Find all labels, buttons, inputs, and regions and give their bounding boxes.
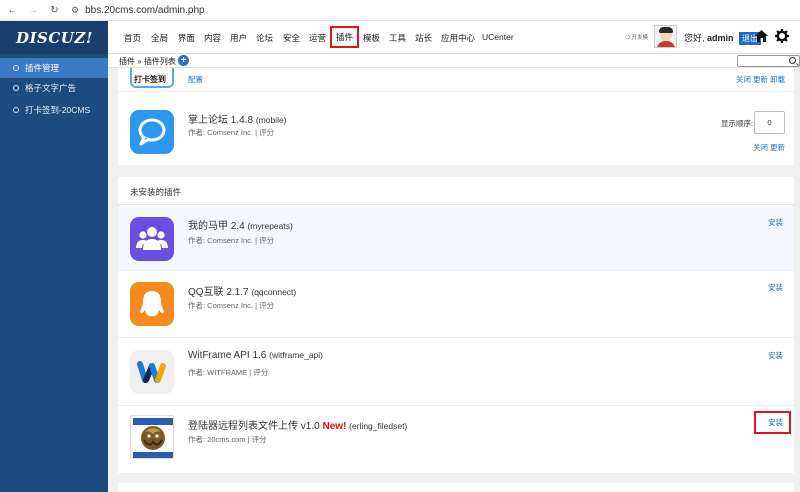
top-navigation: 首页 全局 界面 内容 用户 论坛 安全 运营 插件 模板 工具 站长 应用中心… xyxy=(108,21,800,54)
greeting: 您好, admin 退出 xyxy=(684,31,762,45)
witframe-icon xyxy=(130,350,174,394)
sidebar-item-label: 格子文字广告 xyxy=(25,83,77,93)
plugin-id: (myrepeats) xyxy=(247,221,293,231)
new-badge: New! xyxy=(322,421,347,432)
nav-users[interactable]: 用户 xyxy=(230,32,247,44)
settings-gear-icon[interactable] xyxy=(774,28,790,44)
dev-mode-indicator[interactable]: ❍ 开发模 xyxy=(625,33,648,41)
nav-ucenter[interactable]: UCenter xyxy=(482,32,514,42)
plugin-id: (qqconnect) xyxy=(251,287,297,297)
reload-icon[interactable]: ↻ xyxy=(48,4,61,17)
plugin-row-witframe: WitFrame API 1.6 (witframe_api) 作者: WITF… xyxy=(118,338,794,406)
nav-templates[interactable]: 模板 xyxy=(363,32,380,44)
checkin-banner-text: 打卡签到 xyxy=(134,75,166,84)
sidebar-item-label: 插件管理 xyxy=(25,63,60,73)
mobile-plugin-icon xyxy=(130,110,174,154)
back-icon[interactable]: ← xyxy=(6,4,19,17)
nav-forum[interactable]: 论坛 xyxy=(256,32,273,44)
nav-content[interactable]: 内容 xyxy=(204,32,221,44)
plugin-author: 作者: Comsenz Inc. | 评分 xyxy=(188,301,275,310)
plugin-author: 作者: Comsenz Inc. | 评分 xyxy=(188,128,275,137)
plugin-row-qqconnect: QQ互联 2.1.7 (qqconnect) 作者: Comsenz Inc. … xyxy=(118,271,794,338)
search-icon[interactable] xyxy=(789,57,796,64)
sidebar-item-checkin[interactable]: 打卡签到-20CMS xyxy=(0,100,108,120)
logo-text: DISCUZ! xyxy=(16,28,93,47)
plugin-row-mobile: 掌上论坛 1.4.8 (mobile) 作者: Comsenz Inc. | 评… xyxy=(118,92,794,165)
add-plugin-icon[interactable]: + xyxy=(178,55,189,66)
plugin-name: 登陆器远程列表文件上传 v1.0 New! (erling_filedset) xyxy=(188,417,407,432)
plugin-id: (witframe_api) xyxy=(269,350,323,360)
browser-bar: ← → ↻ ⚙ bbs.20cms.com/admin.php xyxy=(0,0,800,21)
nav-global[interactable]: 全局 xyxy=(151,32,168,44)
plugin-author: 作者: 20cms.com | 评分 xyxy=(188,435,267,444)
breadcrumb: 插件 » 插件列表 xyxy=(119,57,176,66)
installed-plugins-panel: 打卡签到 配置 关闭 更新 卸载 掌上论坛 1.4.8 (mobile) 作者:… xyxy=(118,68,794,165)
install-button[interactable]: 安装 xyxy=(768,217,783,228)
sidebar-item-grid-ads[interactable]: 格子文字广告 xyxy=(0,78,108,98)
bullet-icon xyxy=(13,107,19,113)
next-panel xyxy=(118,483,794,492)
address-bar[interactable]: bbs.20cms.com/admin.php xyxy=(85,5,205,16)
plugin-row-checkin: 打卡签到 配置 关闭 更新 卸载 xyxy=(118,68,794,92)
users-icon xyxy=(130,217,174,261)
breadcrumb-bar: 插件 » 插件列表 + xyxy=(108,54,800,68)
plugin-row-erling-filedset: 登陆器远程列表文件上传 v1.0 New! (erling_filedset) … xyxy=(118,406,794,473)
dragon-icon xyxy=(130,415,174,459)
plugin-id: (erling_filedset) xyxy=(349,421,408,431)
home-icon[interactable] xyxy=(753,28,769,44)
plugin-id: (mobile) xyxy=(255,115,287,125)
plugin-title: 我的马甲 2.4 xyxy=(188,221,245,232)
nav-webmaster[interactable]: 站长 xyxy=(415,32,432,44)
update-link[interactable]: 更新 xyxy=(770,142,785,153)
install-button[interactable]: 安装 xyxy=(768,417,783,428)
config-link[interactable]: 配置 xyxy=(188,74,203,85)
nav-security[interactable]: 安全 xyxy=(283,32,300,44)
disable-link[interactable]: 关闭 xyxy=(753,142,768,153)
plugin-title: QQ互联 2.1.7 xyxy=(188,287,249,298)
plugin-title: WitFrame API 1.6 xyxy=(188,350,267,361)
nav-plugins[interactable]: 插件 xyxy=(330,26,360,48)
nav-app-center[interactable]: 应用中心 xyxy=(441,32,475,44)
section-title: 未安装的插件 xyxy=(130,187,182,197)
admin-sidebar: DISCUZ! 插件管理 格子文字广告 打卡签到-20CMS xyxy=(0,21,108,492)
disable-link[interactable]: 关闭 xyxy=(736,74,751,85)
greeting-text: 您好, xyxy=(684,33,708,43)
plugin-title: 掌上论坛 1.4.8 xyxy=(188,115,254,126)
avatar[interactable] xyxy=(654,25,677,48)
username: admin xyxy=(707,33,734,43)
display-order-input[interactable]: 0 xyxy=(754,111,785,134)
dev-mode-label: 开发模 xyxy=(631,35,648,41)
uninstall-link[interactable]: 卸载 xyxy=(770,74,785,85)
sidebar-item-label: 打卡签到-20CMS xyxy=(25,105,91,115)
checkin-plugin-icon: 打卡签到 xyxy=(130,68,174,88)
display-order-label: 显示顺序: xyxy=(721,119,754,128)
install-button[interactable]: 安装 xyxy=(768,350,783,361)
bullet-icon xyxy=(13,85,19,91)
plugin-name: 我的马甲 2.4 (myrepeats) xyxy=(188,217,293,232)
qq-icon xyxy=(130,282,174,326)
search-input[interactable] xyxy=(737,55,800,67)
site-info-icon[interactable]: ⚙ xyxy=(71,5,79,16)
plugin-title: 登陆器远程列表文件上传 v1.0 xyxy=(188,421,320,432)
nav-interface[interactable]: 界面 xyxy=(178,32,195,44)
forward-icon[interactable]: → xyxy=(27,4,40,17)
nav-home[interactable]: 首页 xyxy=(124,32,141,44)
discuz-logo[interactable]: DISCUZ! xyxy=(0,21,108,54)
bullet-icon xyxy=(13,65,19,71)
plugin-name: 掌上论坛 1.4.8 (mobile) xyxy=(188,111,287,126)
update-link[interactable]: 更新 xyxy=(753,74,768,85)
nav-tools[interactable]: 工具 xyxy=(389,32,406,44)
uninstalled-plugins-panel: 未安装的插件 我的马甲 2.4 (myrepeats) 作者: Comsenz … xyxy=(118,177,794,473)
plugin-author: 作者: WITFRAME | 评分 xyxy=(188,368,269,377)
plugin-author: 作者: Comsenz Inc. | 评分 xyxy=(188,236,275,245)
plugin-name: WitFrame API 1.6 (witframe_api) xyxy=(188,350,323,361)
dev-mode-icon: ❍ xyxy=(625,35,630,41)
plugin-name: QQ互联 2.1.7 (qqconnect) xyxy=(188,283,296,298)
install-button[interactable]: 安装 xyxy=(768,282,783,293)
nav-operations[interactable]: 运营 xyxy=(309,32,326,44)
plugin-row-myrepeats: 我的马甲 2.4 (myrepeats) 作者: Comsenz Inc. | … xyxy=(118,205,794,271)
sidebar-item-plugin-manage[interactable]: 插件管理 xyxy=(0,58,108,78)
